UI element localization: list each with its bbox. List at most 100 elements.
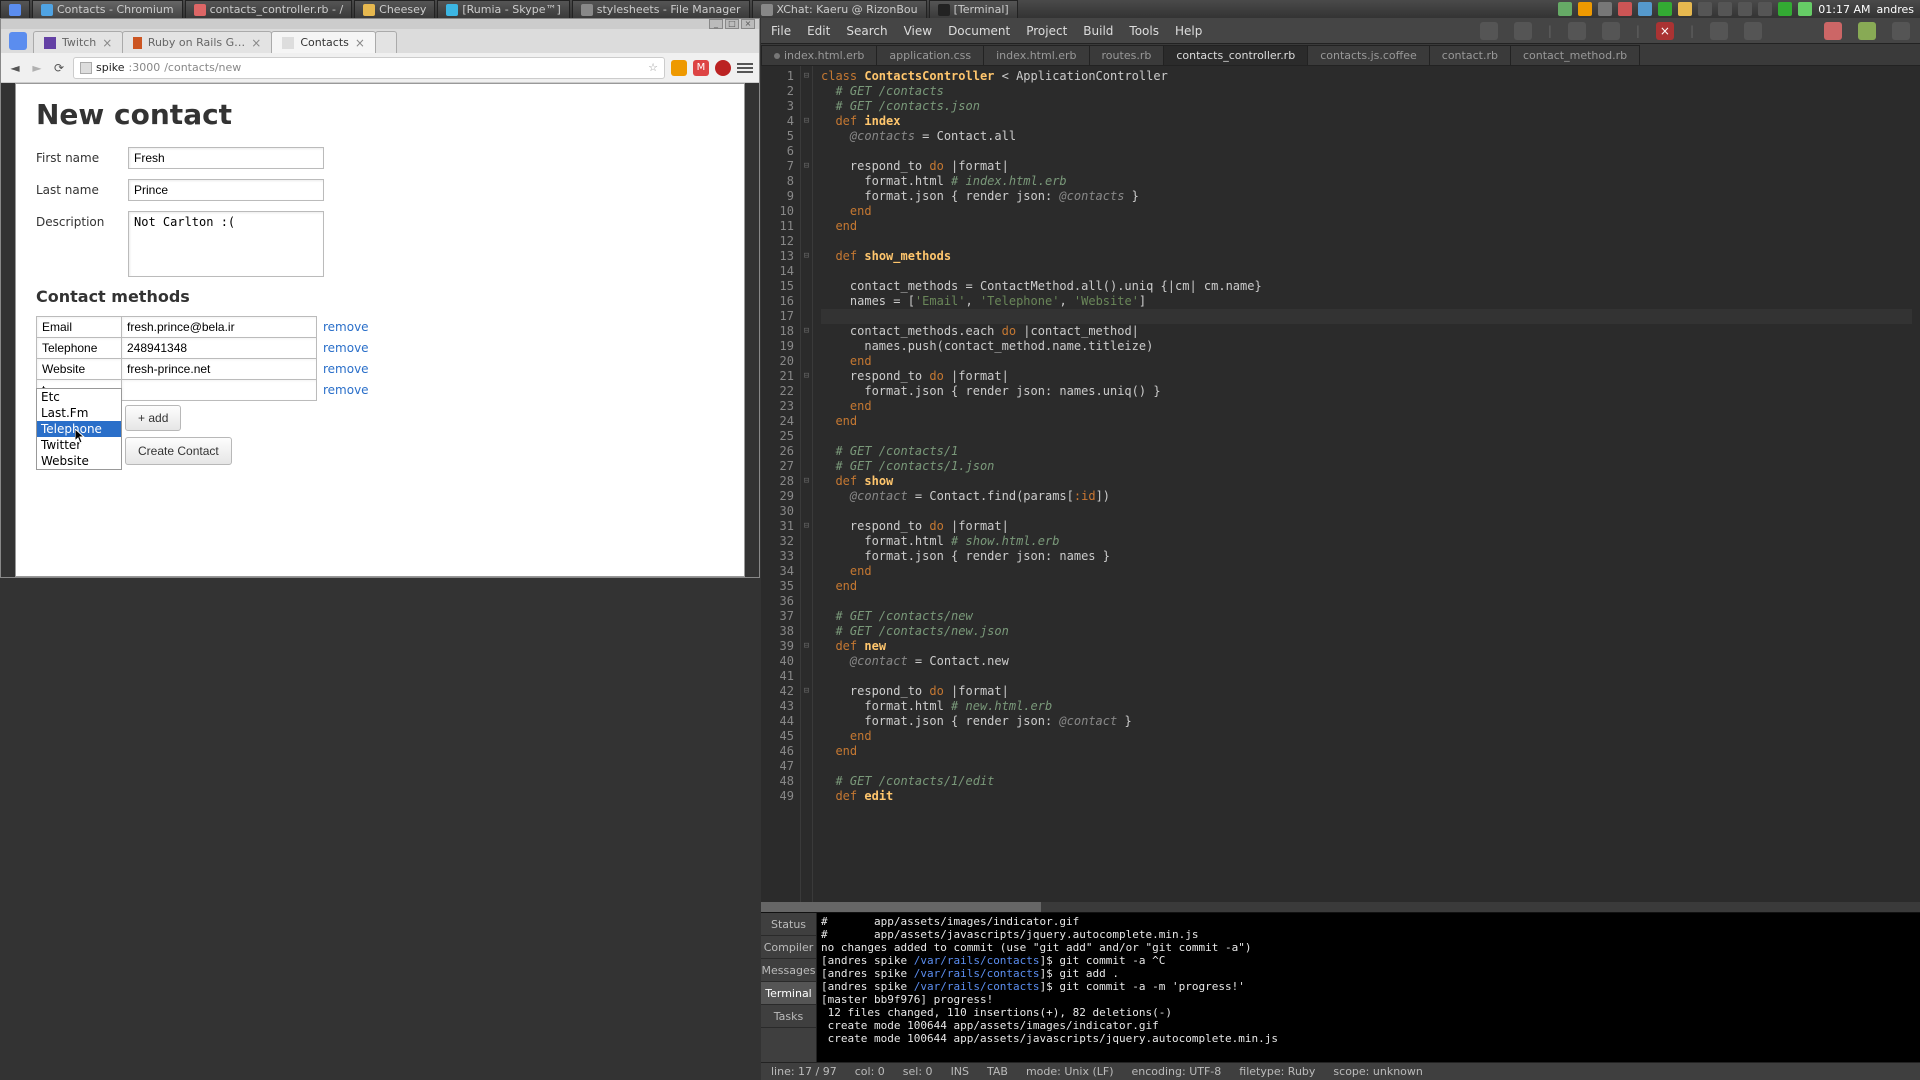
new-tab-button[interactable] [375,31,397,53]
terminal-panel[interactable]: # app/assets/images/indicator.gif# app/a… [817,913,1920,1062]
tray-icon[interactable] [1718,2,1732,16]
panel-tab-messages[interactable]: Messages [761,959,816,982]
browser-tab-contacts[interactable]: Contacts × [271,31,376,53]
fold-gutter[interactable]: ⊟⊟⊟⊟⊟⊟⊟⊟⊟⊟ [801,66,813,902]
menu-help[interactable]: Help [1175,24,1202,38]
toolbar-icon[interactable] [1568,22,1586,40]
menu-view[interactable]: View [904,24,932,38]
menu-build[interactable]: Build [1083,24,1113,38]
tray-icon[interactable] [1738,2,1752,16]
menu-project[interactable]: Project [1026,24,1067,38]
toolbar-icon[interactable] [1824,22,1842,40]
panel-tab-compiler[interactable]: Compiler [761,936,816,959]
toolbar-icon[interactable] [1858,22,1876,40]
browser-menu-button[interactable] [737,60,753,76]
app-menu-button[interactable] [0,0,30,18]
taskbar-item-editor[interactable]: contacts_controller.rb - / [185,0,353,18]
method-value-input[interactable] [121,379,317,401]
taskbar-item-xchat[interactable]: XChat: Kaeru @ RizonBou [752,0,927,18]
address-bar[interactable]: spike:3000/contacts/new ☆ [73,57,665,79]
method-type-input[interactable] [36,337,122,359]
method-value-input[interactable] [121,316,317,338]
remove-link[interactable]: remove [323,362,369,376]
create-contact-button[interactable]: Create Contact [125,437,232,465]
file-tab[interactable]: contact_method.rb [1510,45,1640,65]
tray-icon[interactable] [1678,2,1692,16]
tray-icon[interactable] [1778,2,1792,16]
toolbar-icon[interactable] [1514,22,1532,40]
close-icon[interactable]: × [355,36,365,50]
menu-tools[interactable]: Tools [1129,24,1159,38]
tray-icon[interactable] [1598,2,1612,16]
tray-icon[interactable] [1558,2,1572,16]
description-textarea[interactable]: Not Carlton :( [128,211,324,277]
tray-icon[interactable] [1618,2,1632,16]
browser-tab-twitch[interactable]: Twitch × [33,31,123,53]
file-tab[interactable]: application.css [876,45,984,65]
gmail-icon[interactable]: M [693,60,709,76]
tray-icon[interactable] [1638,2,1652,16]
forward-button[interactable]: ► [29,60,45,76]
menu-search[interactable]: Search [846,24,887,38]
close-icon[interactable]: × [102,36,112,50]
code-content[interactable]: class ContactsController < ApplicationCo… [813,66,1920,902]
close-icon[interactable]: × [251,36,261,50]
browser-tab-rails[interactable]: Ruby on Rails Guides: Ge × [122,31,272,53]
close-button[interactable]: × [741,19,755,29]
remove-link[interactable]: remove [323,341,369,355]
autocomplete-option[interactable]: Etc [37,389,121,405]
window-titlebar[interactable]: _ □ × [1,19,759,29]
autocomplete-option[interactable]: Website [37,453,121,469]
method-value-input[interactable] [121,337,317,359]
panel-tab-terminal[interactable]: Terminal [761,982,816,1005]
first-name-input[interactable] [128,147,324,169]
method-type-input[interactable] [36,358,122,380]
toolbar-icon[interactable] [1602,22,1620,40]
toolbar-icon[interactable] [1480,22,1498,40]
tray-icon[interactable] [1578,2,1592,16]
method-type-input[interactable] [36,316,122,338]
menu-file[interactable]: File [771,24,791,38]
toolbar-icon[interactable] [1744,22,1762,40]
reload-button[interactable]: ⟳ [51,60,67,76]
maximize-button[interactable]: □ [725,19,739,29]
file-tab[interactable]: contact.rb [1429,45,1511,65]
menu-document[interactable]: Document [948,24,1010,38]
taskbar-item-skype[interactable]: [Rumia - Skype™] [437,0,569,18]
extension-icon[interactable] [715,60,731,76]
toolbar-icon[interactable] [1710,22,1728,40]
extension-icon[interactable] [671,60,687,76]
code-editor[interactable]: 1234567891011121314151617181920212223242… [761,66,1920,902]
back-button[interactable]: ◄ [7,60,23,76]
last-name-input[interactable] [128,179,324,201]
toolbar-icon[interactable] [1892,22,1910,40]
tray-icon[interactable] [1758,2,1772,16]
remove-link[interactable]: remove [323,320,369,334]
autocomplete-option[interactable]: Last.Fm [37,405,121,421]
panel-tab-tasks[interactable]: Tasks [761,1005,816,1028]
add-method-button[interactable]: + add [125,405,181,431]
tray-icon[interactable] [1658,2,1672,16]
file-tab[interactable]: index.html.erb [983,45,1089,65]
scrollbar-thumb[interactable] [761,902,1041,912]
taskbar-item-filemanager[interactable]: stylesheets - File Manager [572,0,750,18]
toolbar-icon[interactable]: × [1656,22,1674,40]
status-mode: mode: Unix (LF) [1026,1065,1114,1078]
taskbar-item-cheesey[interactable]: Cheesey [354,0,435,18]
taskbar-item-terminal[interactable]: [Terminal] [929,0,1018,18]
panel-tab-status[interactable]: Status [761,913,816,936]
tray-icon[interactable] [1798,2,1812,16]
method-value-input[interactable] [121,358,317,380]
taskbar-item-chromium[interactable]: Contacts - Chromium [32,0,183,18]
url-path: /contacts/new [164,61,241,74]
remove-link[interactable]: remove [323,383,369,397]
minimize-button[interactable]: _ [709,19,723,29]
file-tab[interactable]: routes.rb [1089,45,1165,65]
file-tab[interactable]: contacts.js.coffee [1307,45,1430,65]
file-tab[interactable]: index.html.erb [761,45,877,65]
file-tab-active[interactable]: contacts_controller.rb [1163,45,1308,65]
menu-edit[interactable]: Edit [807,24,830,38]
tray-icon[interactable] [1698,2,1712,16]
horizontal-scrollbar[interactable] [761,902,1920,912]
bookmark-icon[interactable]: ☆ [648,61,658,74]
